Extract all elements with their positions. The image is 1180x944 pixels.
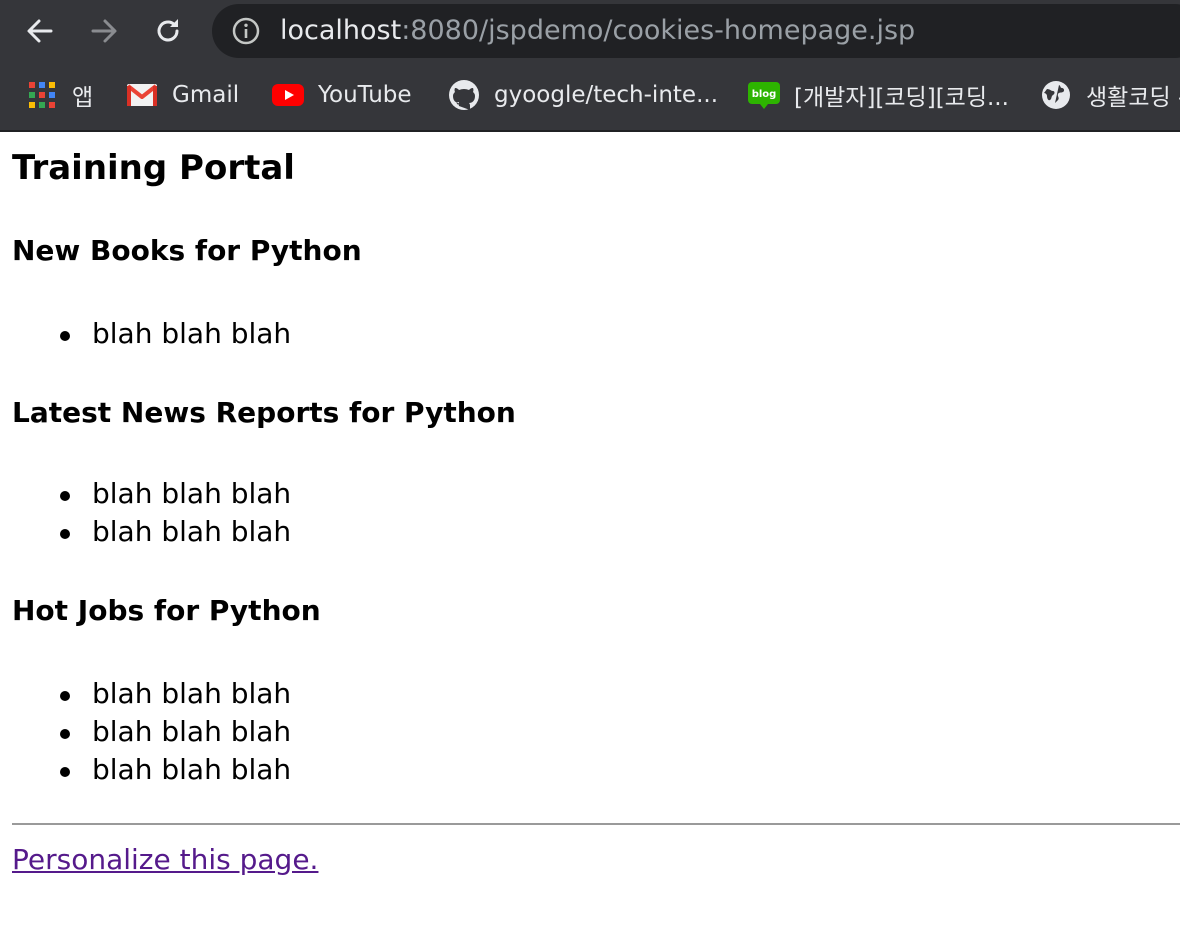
forward-arrow-icon[interactable] — [84, 11, 124, 51]
apps-grid-icon — [26, 79, 58, 111]
bookmark-label: YouTube — [318, 82, 412, 108]
bookmark-label: 생활코딩 - — [1086, 85, 1180, 111]
bookmark-github[interactable]: gyoogle/tech-inte... — [448, 62, 718, 128]
section-heading-jobs: Hot Jobs for Python — [12, 594, 321, 627]
url-host: localhost — [280, 15, 402, 46]
bookmark-apps[interactable]: 앱 — [26, 62, 93, 128]
url-text[interactable]: localhost:8080/jspdemo/cookies-homepage.… — [280, 4, 915, 58]
bookmark-youtube[interactable]: YouTube — [272, 62, 412, 128]
page-title: Training Portal — [12, 148, 295, 188]
list-item: blah blah blah — [12, 315, 291, 353]
reload-icon[interactable] — [148, 11, 188, 51]
back-arrow-icon[interactable] — [20, 11, 60, 51]
youtube-icon — [272, 79, 304, 111]
news-list: blah blah blah blah blah blah — [12, 475, 291, 551]
list-item: blah blah blah — [12, 751, 291, 789]
info-icon[interactable] — [232, 17, 260, 45]
list-item: blah blah blah — [12, 475, 291, 513]
bookmark-globe[interactable]: 생활코딩 - — [1040, 62, 1180, 128]
globe-icon — [1040, 79, 1072, 111]
svg-text:blog: blog — [752, 89, 777, 100]
jobs-list: blah blah blah blah blah blah blah blah … — [12, 675, 291, 789]
list-item: blah blah blah — [12, 513, 291, 551]
bookmark-label: gyoogle/tech-inte... — [494, 82, 719, 108]
bookmark-label: [개발자][코딩][코딩... — [794, 85, 1009, 111]
divider — [12, 823, 1180, 825]
blog-icon: blog — [748, 79, 780, 111]
address-bar[interactable]: localhost:8080/jspdemo/cookies-homepage.… — [212, 4, 1180, 58]
section-heading-books: New Books for Python — [12, 234, 362, 267]
books-list: blah blah blah — [12, 315, 291, 353]
bookmarks-bar: 앱 Gmail YouTube gyoogle/tech-inte... blo… — [0, 62, 1180, 132]
browser-toolbar: localhost:8080/jspdemo/cookies-homepage.… — [0, 0, 1180, 62]
list-item: blah blah blah — [12, 675, 291, 713]
bookmark-label: Gmail — [172, 82, 240, 108]
list-item: blah blah blah — [12, 713, 291, 751]
gmail-icon — [126, 79, 158, 111]
url-path: :8080/jspdemo/cookies-homepage.jsp — [401, 15, 916, 46]
bookmark-label: 앱 — [72, 85, 94, 111]
personalize-link[interactable]: Personalize this page. — [12, 842, 318, 878]
bookmark-blog[interactable]: blog [개발자][코딩][코딩... — [748, 62, 1009, 128]
section-heading-news: Latest News Reports for Python — [12, 396, 516, 429]
github-icon — [448, 79, 480, 111]
bookmark-gmail[interactable]: Gmail — [126, 62, 239, 128]
